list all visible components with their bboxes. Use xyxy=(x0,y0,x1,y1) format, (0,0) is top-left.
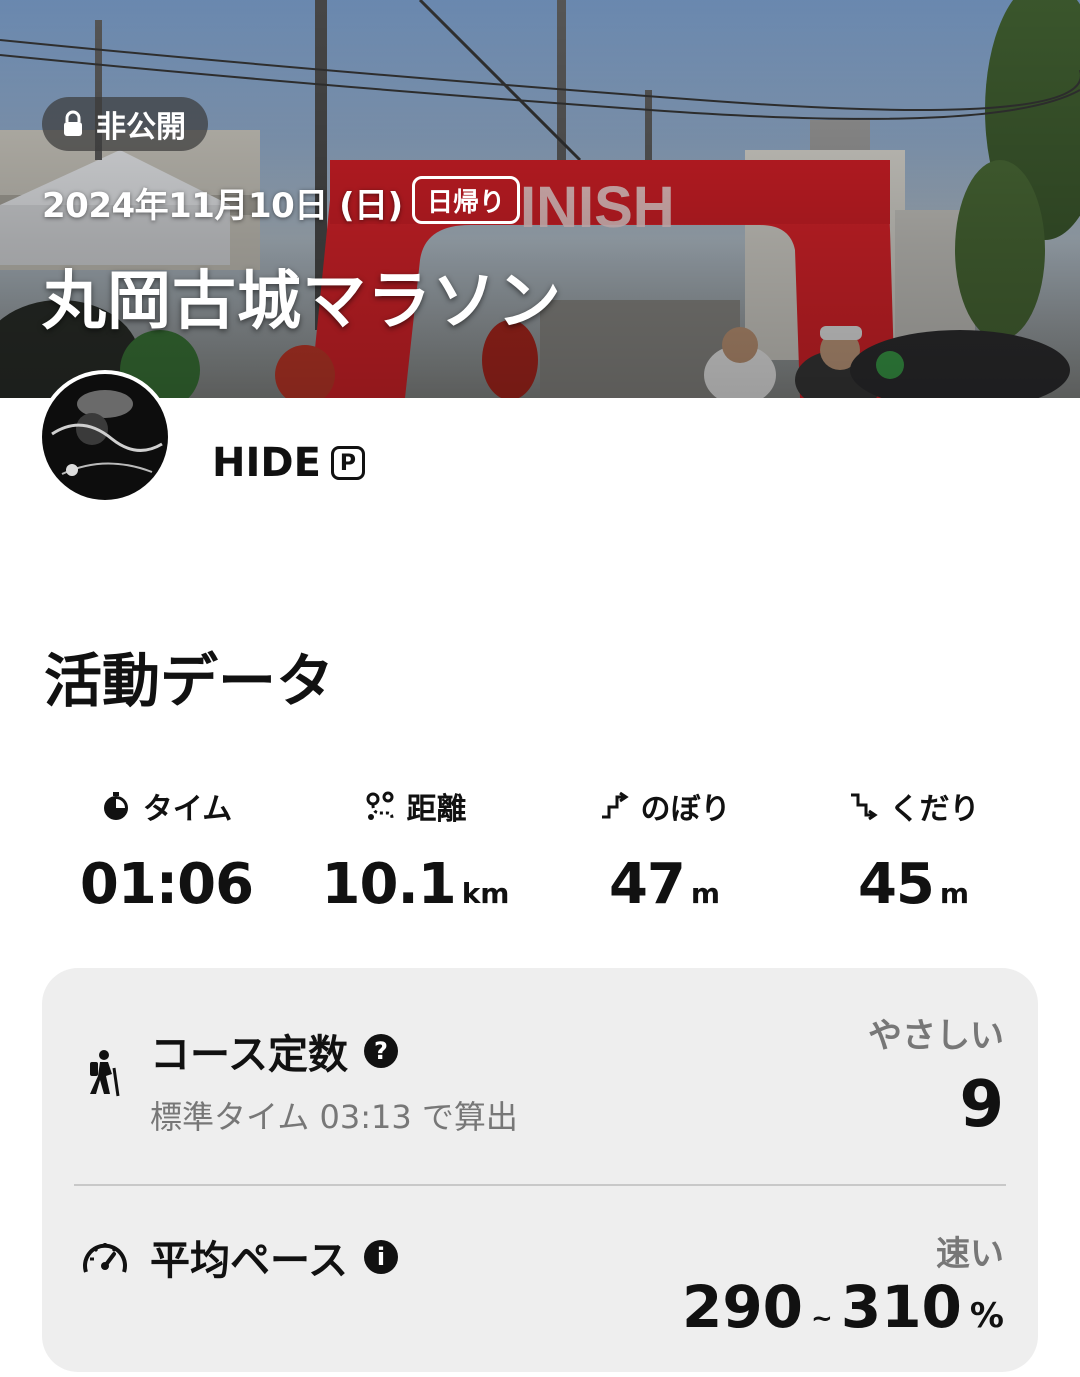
privacy-label: 非公開 xyxy=(96,110,186,145)
section-title-activity-data: 活動データ xyxy=(44,647,335,715)
ascent-icon xyxy=(601,791,629,819)
route-icon xyxy=(366,791,393,820)
pace-range: 290 ~ 310 % xyxy=(682,1273,1004,1341)
pace-max-value: 310 xyxy=(840,1273,962,1341)
stat-time-label: タイム xyxy=(142,792,233,827)
pace-range-tilde: ~ xyxy=(811,1304,833,1334)
stat-ascent: のぼり 47 m xyxy=(540,782,789,917)
descent-icon xyxy=(850,793,878,821)
stat-distance-label: 距離 xyxy=(406,792,467,827)
stat-ascent-unit: m xyxy=(690,877,721,910)
activity-title: 丸岡古城マラソン xyxy=(42,265,562,339)
user-name[interactable]: HIDE P xyxy=(212,440,365,486)
course-constant-title: コース定数 ? xyxy=(150,1022,398,1080)
divider xyxy=(74,1184,1006,1186)
hiker-icon xyxy=(90,1050,120,1097)
pace-rating: 速い xyxy=(936,1234,1004,1274)
stopwatch-icon xyxy=(103,792,128,820)
stats-row: タイム 01:06 距離 10.1 km のぼり 47 m くだり 45 m xyxy=(42,782,1038,922)
stat-time: タイム 01:06 xyxy=(42,782,291,917)
premium-badge-icon: P xyxy=(330,446,365,480)
stat-distance-unit: km xyxy=(461,877,510,910)
stat-distance-value: 10.1 xyxy=(321,852,457,917)
stat-ascent-label: のぼり xyxy=(640,792,731,827)
trip-type-badge: 日帰り xyxy=(412,176,521,224)
standard-time-note: 標準タイム 03:13 で算出 xyxy=(150,1098,518,1136)
stat-descent-unit: m xyxy=(939,877,970,910)
stat-ascent-value: 47 xyxy=(608,852,686,917)
course-difficulty: やさしい xyxy=(868,1016,1004,1056)
stat-descent: くだり 45 m xyxy=(789,782,1038,917)
speedometer-icon xyxy=(83,1243,127,1273)
stat-descent-value: 45 xyxy=(857,852,935,917)
avatar[interactable] xyxy=(38,370,172,504)
cover-photo: INISH 非公開 2024年11月10日 (日) 日帰り 丸岡古城マラソン xyxy=(0,0,1080,398)
pace-min-value: 290 xyxy=(681,1273,804,1341)
privacy-badge: 非公開 xyxy=(42,97,208,151)
stat-distance: 距離 10.1 km xyxy=(291,782,540,917)
average-pace-title: 平均ペース i xyxy=(150,1228,398,1286)
course-constant-value: 9 xyxy=(959,1068,1004,1142)
user-name-text: HIDE xyxy=(212,440,321,486)
course-constant-label: コース定数 xyxy=(150,1032,348,1078)
stat-time-value: 01:06 xyxy=(79,852,254,917)
user-avatar-image xyxy=(42,374,168,500)
stat-descent-label: くだり xyxy=(889,792,980,827)
lock-icon xyxy=(64,110,82,136)
help-icon[interactable]: ? xyxy=(364,1034,398,1068)
average-pace-label: 平均ペース xyxy=(150,1238,348,1284)
activity-date: 2024年11月10日 (日) xyxy=(42,186,403,226)
info-icon[interactable]: i xyxy=(364,1240,398,1274)
course-stats-card: コース定数 ? 標準タイム 03:13 で算出 やさしい 9 平均ペース i 速… xyxy=(42,968,1038,1372)
pace-unit: % xyxy=(969,1296,1004,1336)
